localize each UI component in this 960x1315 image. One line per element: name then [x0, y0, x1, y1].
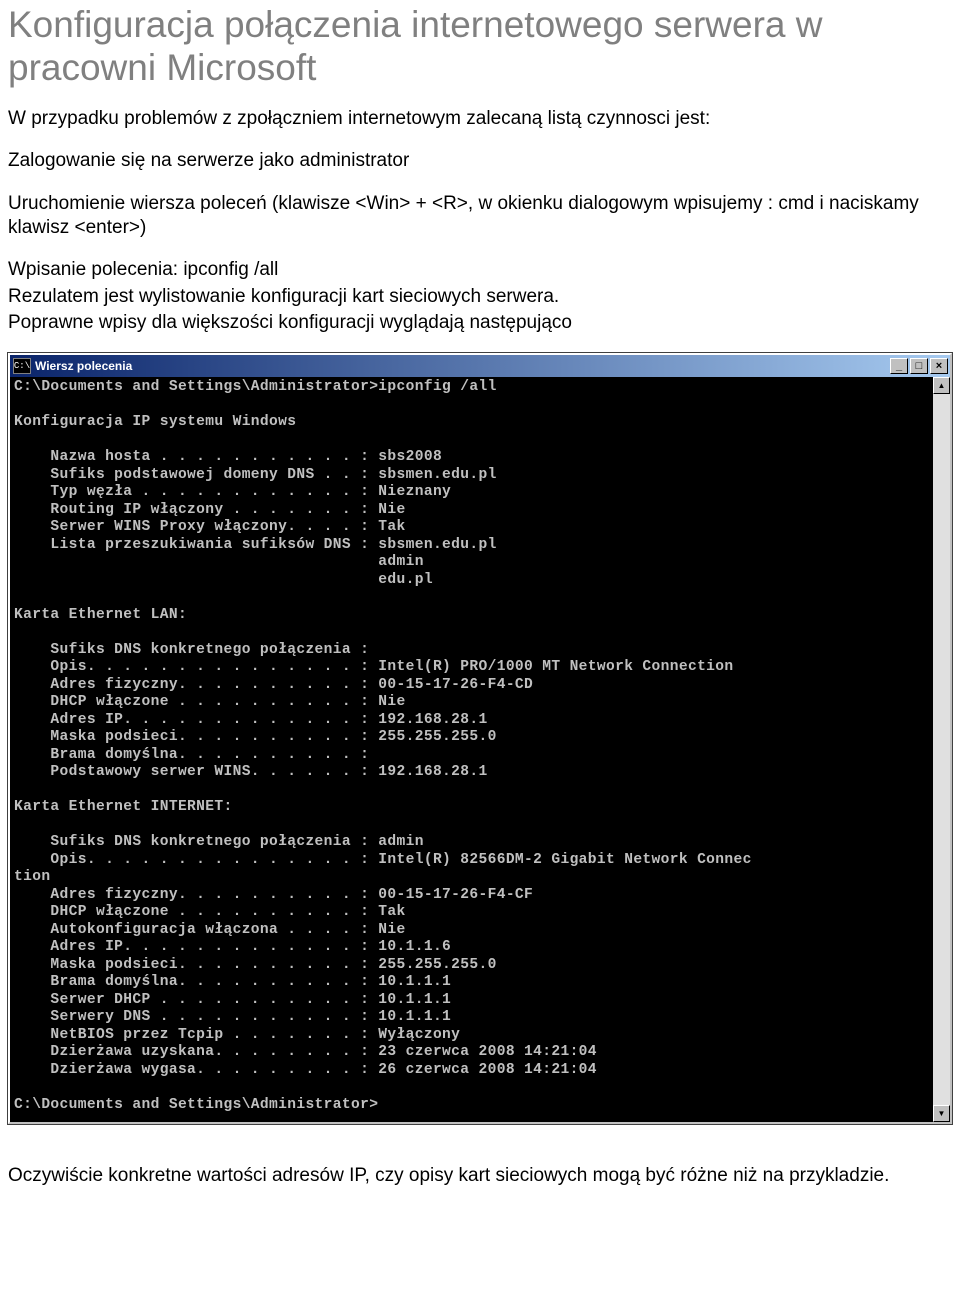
close-button[interactable]: × — [930, 358, 948, 374]
scroll-up-button[interactable]: ▲ — [933, 377, 950, 394]
maximize-button[interactable]: □ — [910, 358, 928, 374]
page-title: Konfiguracja połączenia internetowego se… — [8, 4, 952, 89]
cmd-icon-text: C:\ — [14, 362, 30, 371]
scroll-down-button[interactable]: ▼ — [933, 1105, 950, 1122]
step-2: Uruchomienie wiersza poleceń (klawisze <… — [8, 192, 952, 241]
step-1: Zalogowanie się na serwerze jako adminis… — [8, 149, 952, 173]
console-output[interactable]: C:\Documents and Settings\Administrator>… — [10, 377, 933, 1122]
footer-paragraph: Oczywiście konkretne wartości adresów IP… — [8, 1164, 952, 1188]
window-title: Wiersz polecenia — [35, 359, 886, 373]
step-3-line1: Wpisanie polecenia: ipconfig /all — [8, 258, 952, 282]
step-3-line3: Poprawne wpisy dla większości konfigurac… — [8, 311, 952, 335]
minimize-button[interactable]: _ — [890, 358, 908, 374]
vertical-scrollbar[interactable]: ▲ ▼ — [933, 377, 950, 1122]
intro-paragraph: W przypadku problemów z zpołączniem inte… — [8, 107, 952, 131]
cmd-icon: C:\ — [13, 358, 31, 374]
step-3-line2: Rezulatem jest wylistowanie konfiguracji… — [8, 285, 952, 309]
command-prompt-window: C:\ Wiersz polecenia _ □ × C:\Documents … — [8, 353, 952, 1124]
scrollbar-track[interactable] — [933, 394, 950, 1105]
titlebar[interactable]: C:\ Wiersz polecenia _ □ × — [10, 355, 950, 377]
